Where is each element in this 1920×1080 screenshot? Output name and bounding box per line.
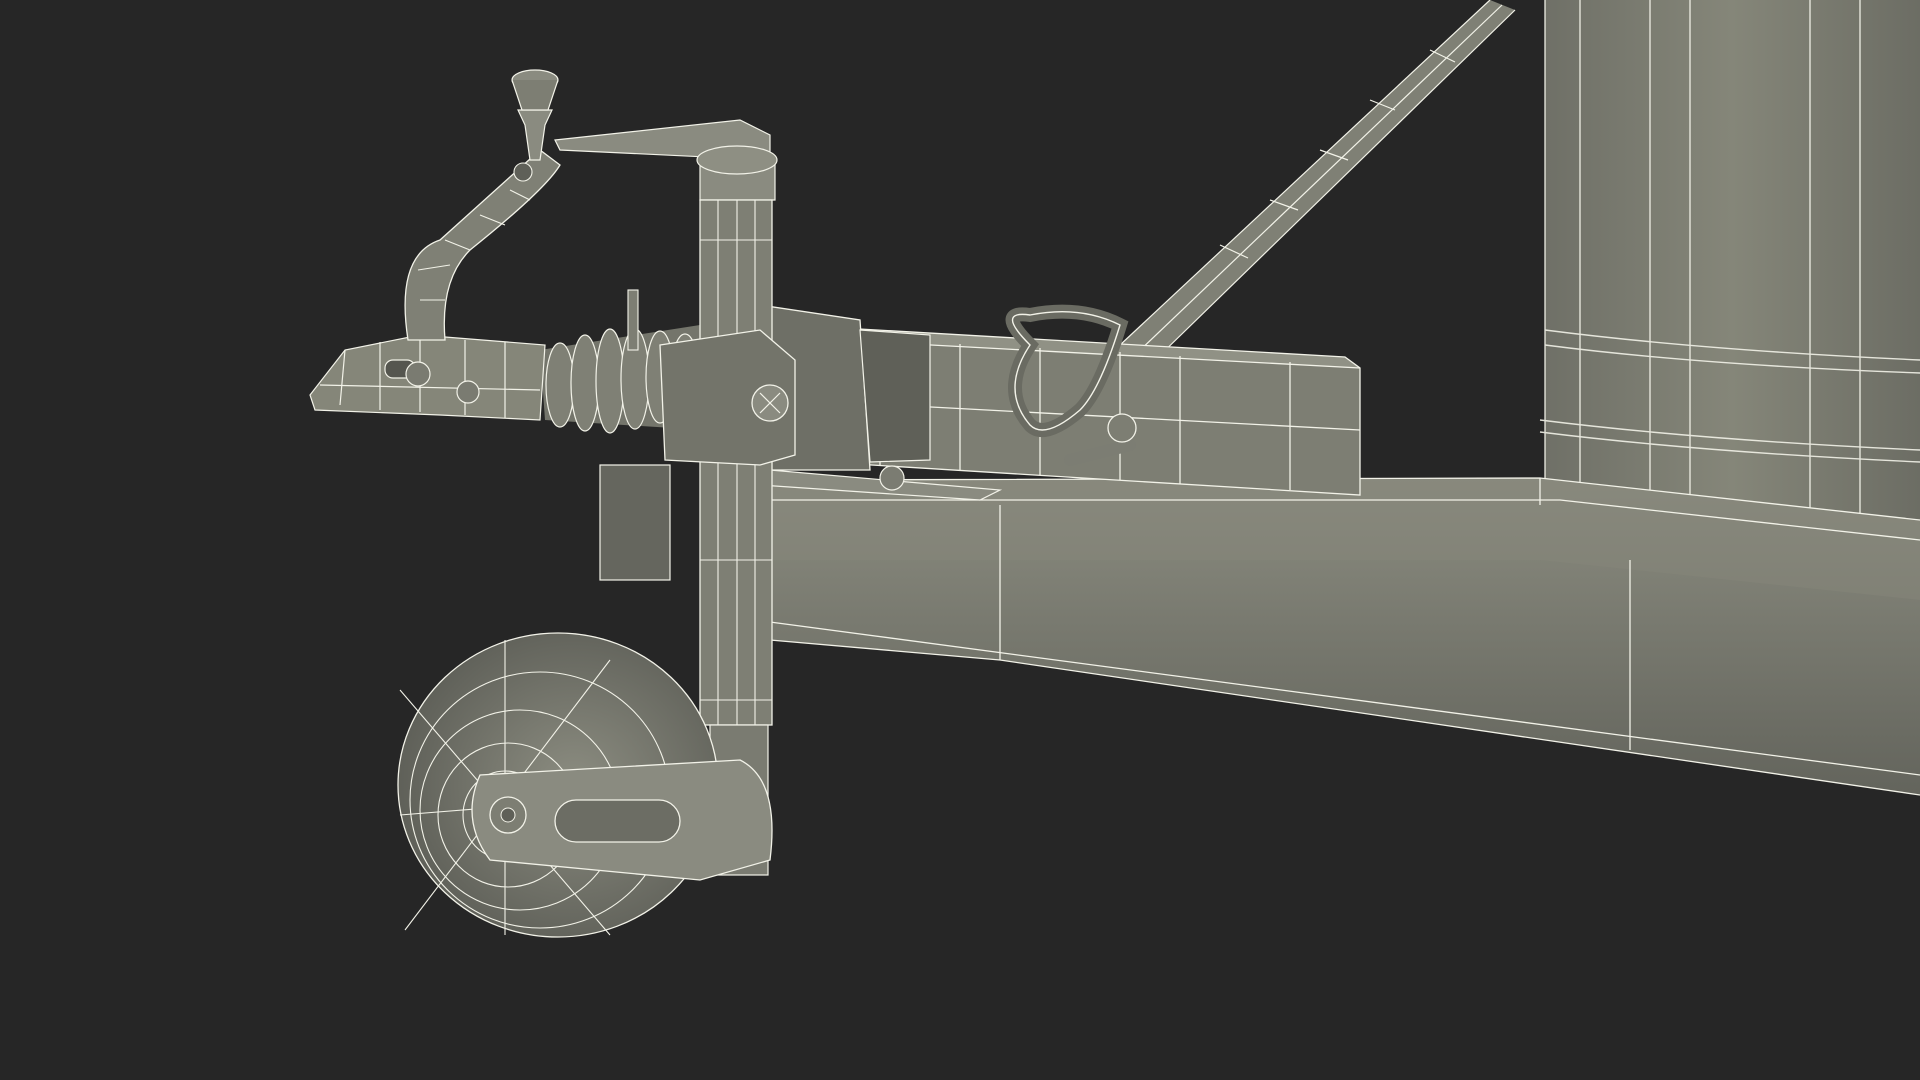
wireframe-scene <box>309 0 1920 938</box>
side-rail <box>769 477 1920 796</box>
trailer-drawbar <box>758 304 1361 501</box>
hitch-coupler-head <box>309 334 546 421</box>
render-viewport <box>0 0 1920 1080</box>
support-strut <box>1119 0 1516 366</box>
